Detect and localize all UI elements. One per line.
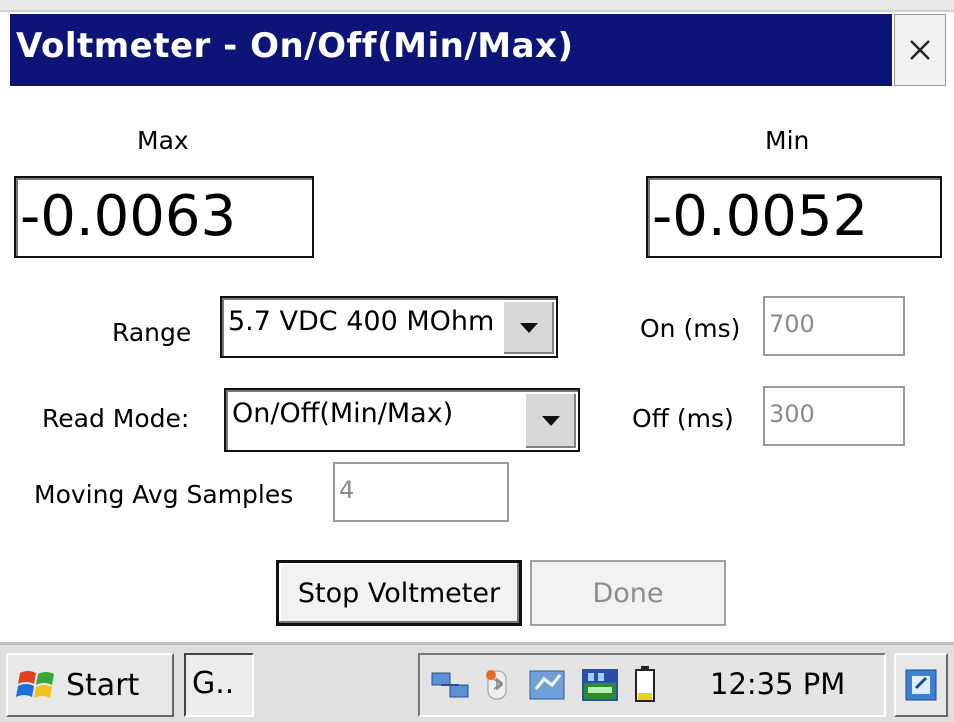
chevron-down-icon [520, 323, 538, 333]
network-icon[interactable] [430, 667, 470, 703]
window-title: Voltmeter - On/Off(Min/Max) [16, 26, 574, 66]
windows-logo-icon [16, 671, 54, 698]
window-title-bar: Voltmeter - On/Off(Min/Max) [10, 14, 892, 86]
range-select[interactable]: 5.7 VDC 400 MOhm [220, 296, 558, 358]
chevron-down-icon [542, 416, 560, 426]
read-mode-select[interactable]: On/Off(Min/Max) [224, 388, 580, 452]
read-mode-dropdown-button[interactable] [524, 392, 576, 448]
max-label: Max [137, 126, 189, 155]
taskbar-app-item[interactable]: G.. [184, 653, 254, 717]
on-ms-label: On (ms) [640, 314, 741, 343]
bluetooth-icon[interactable] [482, 667, 512, 703]
keyboard-icon [905, 669, 937, 701]
read-mode-label: Read Mode: [42, 404, 190, 433]
top-edge [0, 0, 954, 12]
range-dropdown-button[interactable] [502, 300, 554, 354]
moving-avg-field[interactable]: 4 [333, 462, 509, 522]
moving-avg-label: Moving Avg Samples [34, 480, 294, 509]
start-label: Start [66, 667, 140, 703]
read-mode-select-value: On/Off(Min/Max) [232, 398, 454, 429]
min-label: Min [765, 126, 810, 155]
off-ms-label: Off (ms) [632, 404, 734, 433]
taskbar: Start G.. 12:35 PM [0, 642, 954, 722]
off-ms-field[interactable]: 300 [763, 386, 905, 446]
keyboard-input-button[interactable] [894, 653, 948, 717]
sync-icon[interactable] [528, 667, 568, 703]
system-tray: 12:35 PM [418, 653, 886, 717]
clock[interactable]: 12:35 PM [710, 667, 845, 701]
battery-icon[interactable] [634, 665, 656, 703]
start-button[interactable]: Start [6, 653, 174, 717]
min-value-display: -0.0052 [646, 176, 942, 258]
gps-status-icon[interactable] [580, 667, 620, 703]
max-value-display: -0.0063 [14, 176, 314, 258]
on-ms-field[interactable]: 700 [763, 296, 905, 356]
done-button[interactable]: Done [530, 560, 726, 626]
close-icon [910, 40, 930, 60]
range-select-value: 5.7 VDC 400 MOhm [228, 306, 495, 337]
range-label: Range [112, 318, 192, 347]
stop-voltmeter-button[interactable]: Stop Voltmeter [276, 560, 522, 626]
close-button[interactable] [894, 14, 946, 86]
